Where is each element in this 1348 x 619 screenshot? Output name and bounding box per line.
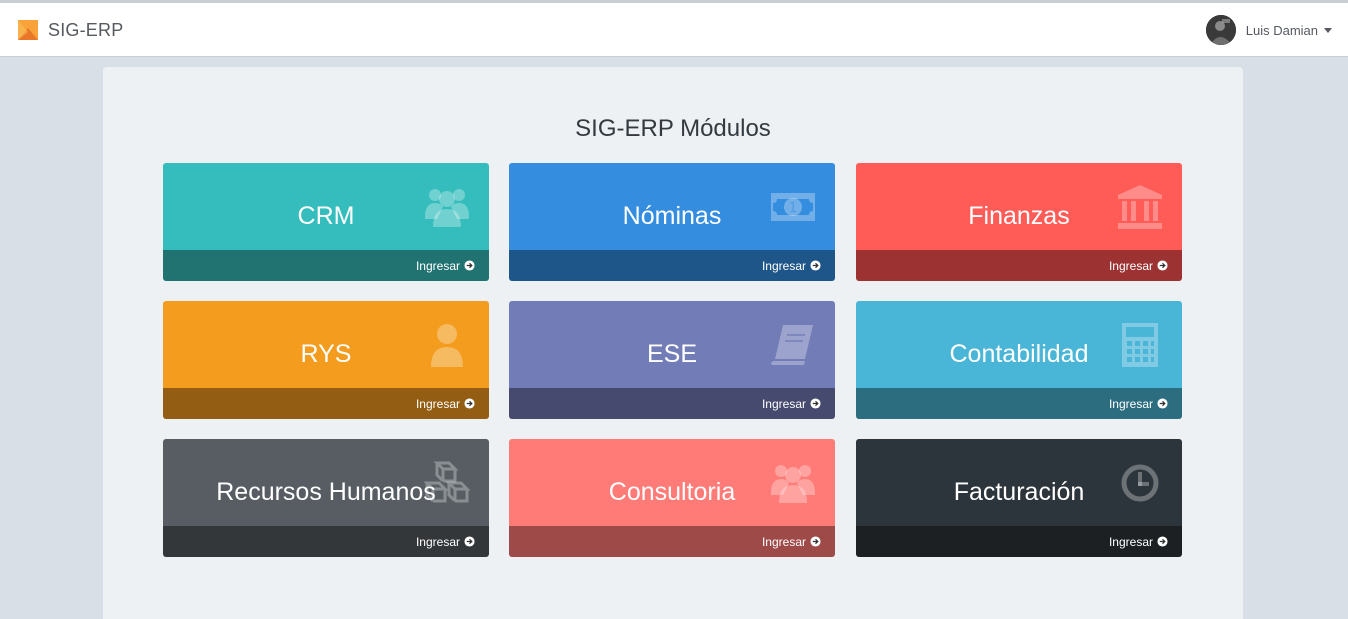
enter-link-label: Ingresar xyxy=(1108,396,1153,411)
card-body: Recursos Humanos xyxy=(163,439,489,526)
card-footer: Ingresar xyxy=(163,526,489,557)
user-name: Luis Damian xyxy=(1245,22,1318,38)
enter-link-label: Ingresar xyxy=(1108,534,1153,549)
card-footer: Ingresar xyxy=(856,388,1182,419)
card-footer: Ingresar xyxy=(509,388,835,419)
card-title: Recursos Humanos xyxy=(216,478,436,506)
arrow-circle-right-icon xyxy=(1157,398,1168,409)
chevron-down-icon xyxy=(1324,27,1332,33)
arrow-circle-right-icon xyxy=(464,536,475,547)
enter-link[interactable]: Ingresar xyxy=(1109,259,1168,273)
enter-link[interactable]: Ingresar xyxy=(416,535,475,549)
card-title: CRM xyxy=(297,202,355,230)
brand-name: SIG-ERP xyxy=(48,19,124,40)
arrow-circle-right-icon xyxy=(810,536,821,547)
arrow-circle-right-icon xyxy=(464,260,475,271)
module-card-ese[interactable]: ESE Ingresar xyxy=(509,301,835,419)
enter-link-label: Ingresar xyxy=(1108,258,1153,273)
enter-link-label: Ingresar xyxy=(415,396,460,411)
card-footer: Ingresar xyxy=(856,526,1182,557)
card-footer: Ingresar xyxy=(163,250,489,281)
enter-link-label: Ingresar xyxy=(761,396,806,411)
card-body: Contabilidad xyxy=(856,301,1182,388)
card-title: Consultoria xyxy=(608,478,736,506)
card-title: Facturación xyxy=(953,478,1085,506)
card-footer: Ingresar xyxy=(509,250,835,281)
page-title: SIG-ERP Módulos xyxy=(575,115,771,142)
module-card-recursos-humanos[interactable]: Recursos Humanos Ingresar xyxy=(163,439,489,557)
enter-link-label: Ingresar xyxy=(415,534,460,549)
arrow-circle-right-icon xyxy=(810,398,821,409)
arrow-circle-right-icon xyxy=(1157,260,1168,271)
avatar xyxy=(1205,15,1236,45)
card-footer: Ingresar xyxy=(163,388,489,419)
card-body: CRM xyxy=(163,163,489,250)
module-card-finanzas[interactable]: Finanzas Ingresar xyxy=(856,163,1182,281)
brand-logo-icon xyxy=(18,20,38,40)
user-menu-toggle[interactable]: Luis Damian xyxy=(1205,3,1332,57)
modules-panel: SIG-ERP Módulos CRM Ingresar 1 Nóminas I… xyxy=(103,67,1243,619)
module-card-nominas[interactable]: 1 Nóminas Ingresar xyxy=(509,163,835,281)
card-body: Facturación xyxy=(856,439,1182,526)
enter-link[interactable]: Ingresar xyxy=(762,397,821,411)
arrow-circle-right-icon xyxy=(1157,536,1168,547)
card-title: Contabilidad xyxy=(949,340,1089,368)
enter-link-label: Ingresar xyxy=(761,258,806,273)
card-body: RYS xyxy=(163,301,489,388)
arrow-circle-right-icon xyxy=(810,260,821,271)
enter-link[interactable]: Ingresar xyxy=(1109,397,1168,411)
enter-link[interactable]: Ingresar xyxy=(762,259,821,273)
card-body: Finanzas xyxy=(856,163,1182,250)
arrow-circle-right-icon xyxy=(464,398,475,409)
card-footer: Ingresar xyxy=(509,526,835,557)
brand-link[interactable]: SIG-ERP xyxy=(18,3,123,57)
enter-link[interactable]: Ingresar xyxy=(416,397,475,411)
card-footer: Ingresar xyxy=(856,250,1182,281)
module-card-facturacion[interactable]: Facturación Ingresar xyxy=(856,439,1182,557)
module-card-consultoria[interactable]: Consultoria Ingresar xyxy=(509,439,835,557)
module-card-rys[interactable]: RYS Ingresar xyxy=(163,301,489,419)
enter-link-label: Ingresar xyxy=(415,258,460,273)
card-title: RYS xyxy=(300,340,352,368)
card-title: Nóminas xyxy=(622,202,722,230)
card-title: ESE xyxy=(646,340,698,368)
enter-link[interactable]: Ingresar xyxy=(416,259,475,273)
module-card-crm[interactable]: CRM Ingresar xyxy=(163,163,489,281)
card-body: Consultoria xyxy=(509,439,835,526)
top-navbar: SIG-ERP Luis Damian xyxy=(0,3,1348,57)
card-body: 1 Nóminas xyxy=(509,163,835,250)
enter-link[interactable]: Ingresar xyxy=(762,535,821,549)
card-body: ESE xyxy=(509,301,835,388)
card-title: Finanzas xyxy=(968,202,1070,230)
enter-link[interactable]: Ingresar xyxy=(1109,535,1168,549)
module-card-contabilidad[interactable]: Contabilidad Ingresar xyxy=(856,301,1182,419)
enter-link-label: Ingresar xyxy=(761,534,806,549)
